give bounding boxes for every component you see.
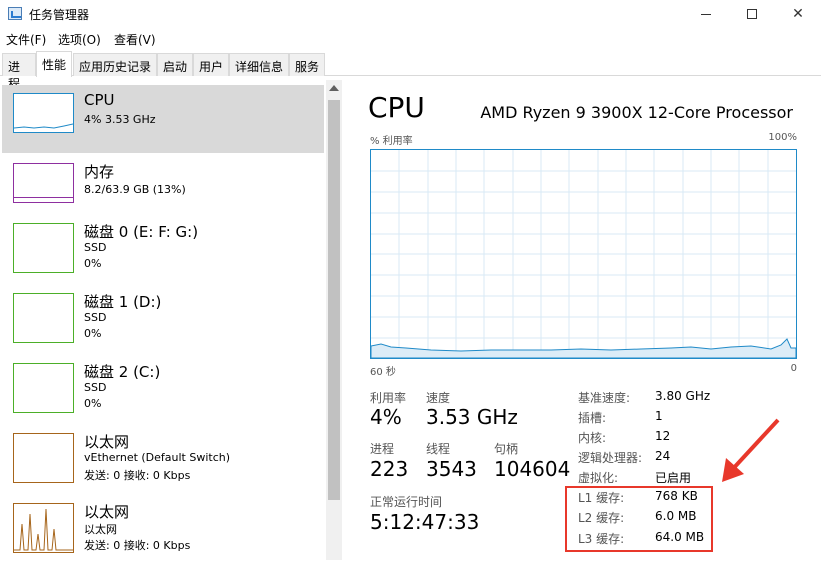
close-button[interactable]: ✕ [775,0,821,28]
tab-users[interactable]: 用户 [193,53,229,76]
sidebar-item-usage: 0% [84,257,102,270]
spec-label: 逻辑处理器: [578,451,643,465]
tab-app-history[interactable]: 应用历史记录 [73,53,157,76]
sidebar-item-label: 磁盘 1 (D:) [84,293,162,311]
sidebar-item-label: 以太网 [84,433,130,451]
network-mini-graph [13,503,74,553]
spec-value: 24 [655,449,671,463]
sidebar-item-detail: SSD [84,381,107,394]
speed-label: 速度 [426,391,451,405]
processes-value: 223 [370,457,409,481]
minimize-icon [701,13,711,15]
sidebar-scrollbar[interactable] [326,80,342,560]
graph-x-left: 60 秒 [370,367,396,378]
sidebar-item-ethernet-2[interactable]: 以太网 以太网 发送: 0 接收: 0 Kbps [2,495,324,563]
tab-startup[interactable]: 启动 [157,53,193,76]
sidebar-item-label: 磁盘 2 (C:) [84,363,161,381]
maximize-button[interactable] [729,0,775,28]
sidebar-item-disk-2[interactable]: 磁盘 2 (C:) SSD 0% [2,355,324,423]
spec-label: 虚拟化: [578,471,619,485]
close-icon: ✕ [792,6,804,22]
tab-bar: 进程 性能 应用历史记录 启动 用户 详细信息 服务 [0,51,821,91]
tab-processes[interactable]: 进程 [2,53,36,91]
task-manager-icon [8,7,22,20]
disk-mini-graph [13,293,74,343]
sidebar-item-usage: 0% [84,397,102,410]
sidebar-item-label: 磁盘 0 (E: F: G:) [84,223,199,241]
sidebar-item-detail: vEthernet (Default Switch) [84,451,231,464]
utilization-label: 利用率 [370,391,407,405]
spec-label: 基准速度: [578,391,631,405]
sidebar-item-usage: 发送: 0 接收: 0 Kbps [84,539,191,552]
handles-value: 104604 [494,457,571,481]
menu-bar: 文件(F) 选项(O) 查看(V) [0,28,821,50]
spec-value: 12 [655,429,671,443]
disk-mini-graph [13,363,74,413]
tab-performance[interactable]: 性能 [36,51,72,77]
threads-label: 线程 [426,442,451,456]
sidebar-item-label: 以太网 [84,503,130,521]
menu-options[interactable]: 选项(O) [58,31,101,48]
cpu-model: AMD Ryzen 9 3900X 12-Core Processor [480,103,793,122]
maximize-icon [747,9,757,19]
graph-y-label: % 利用率 [370,136,413,147]
sidebar-item-detail: SSD [84,241,107,254]
menu-file[interactable]: 文件(F) [6,31,46,48]
cpu-utilization-graph [370,149,797,359]
resource-list: CPU 4% 3.53 GHz 内存 8.2/63.9 GB (13%) 磁盘 … [0,77,344,560]
sidebar-item-disk-0[interactable]: 磁盘 0 (E: F: G:) SSD 0% [2,215,324,283]
sidebar-item-usage: 0% [84,327,102,340]
sidebar-item-detail: 4% 3.53 GHz [84,113,156,126]
window-title: 任务管理器 [29,8,90,22]
minimize-button[interactable] [683,0,729,28]
uptime-label: 正常运行时间 [370,495,443,509]
spec-value: 1 [655,409,663,423]
page-title: CPU [368,91,425,124]
sidebar-item-detail: 8.2/63.9 GB (13%) [84,183,186,196]
menu-view[interactable]: 查看(V) [114,31,156,48]
annotation-arrow-icon [722,418,780,482]
spec-value: 已启用 [655,471,692,485]
threads-value: 3543 [426,457,477,481]
sidebar-item-usage: 发送: 0 接收: 0 Kbps [84,469,191,482]
graph-y-max: 100% [768,132,797,143]
utilization-value: 4% [370,405,402,429]
cpu-mini-graph [13,93,74,133]
spec-value: 3.80 GHz [655,389,711,403]
tab-details[interactable]: 详细信息 [229,53,289,76]
sidebar-item-ethernet-1[interactable]: 以太网 vEthernet (Default Switch) 发送: 0 接收:… [2,425,324,493]
scroll-thumb[interactable] [328,100,340,500]
disk-mini-graph [13,223,74,273]
scroll-up-icon[interactable] [329,85,339,91]
sidebar-item-disk-1[interactable]: 磁盘 1 (D:) SSD 0% [2,285,324,353]
sidebar-item-cpu[interactable]: CPU 4% 3.53 GHz [2,85,324,153]
speed-value: 3.53 GHz [426,405,518,429]
graph-x-right: 0 [790,363,797,374]
sidebar-item-label: CPU [84,91,115,109]
spec-label: 插槽: [578,411,607,425]
handles-label: 句柄 [494,442,519,456]
annotation-highlight-box [565,486,713,552]
sidebar-item-label: 内存 [84,163,115,181]
spec-label: 内核: [578,431,607,445]
sidebar-item-memory[interactable]: 内存 8.2/63.9 GB (13%) [2,155,324,223]
processes-label: 进程 [370,442,395,456]
sidebar-item-detail: 以太网 [84,523,117,536]
sidebar-item-detail: SSD [84,311,107,324]
memory-mini-graph [13,163,74,203]
uptime-value: 5:12:47:33 [370,510,480,534]
network-mini-graph [13,433,74,483]
title-bar: 任务管理器 ✕ [0,0,821,28]
tab-services[interactable]: 服务 [289,53,325,76]
